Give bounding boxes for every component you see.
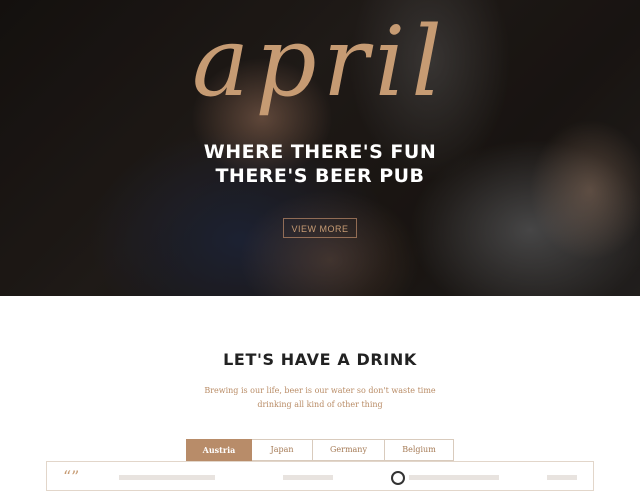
content-placeholder xyxy=(283,475,333,480)
hero-banner: april WHERE THERE'S FUN THERE'S BEER PUB… xyxy=(0,0,640,296)
section-title: LET'S HAVE A DRINK xyxy=(223,350,417,369)
content-placeholder xyxy=(409,475,499,480)
hero-script-logo: april xyxy=(192,6,448,118)
circle-icon xyxy=(391,471,405,485)
view-more-button[interactable]: VIEW MORE xyxy=(283,218,357,238)
content-placeholder xyxy=(547,475,577,480)
hero-title-line-2: THERE'S BEER PUB xyxy=(215,165,425,187)
hero-title: WHERE THERE'S FUN THERE'S BEER PUB xyxy=(0,140,640,188)
country-tabs: Austria Japan Germany Belgium xyxy=(186,439,454,461)
hero-title-line-1: WHERE THERE'S FUN xyxy=(203,141,437,163)
tab-japan[interactable]: Japan xyxy=(252,439,313,461)
quote-icon: “” xyxy=(63,467,80,486)
content-placeholder xyxy=(119,475,215,480)
tab-belgium[interactable]: Belgium xyxy=(385,439,454,461)
tab-austria[interactable]: Austria xyxy=(186,439,252,461)
tab-germany[interactable]: Germany xyxy=(313,439,385,461)
section-description: Brewing is our life, beer is our water s… xyxy=(204,386,436,409)
tab-content-panel: “” xyxy=(46,461,594,491)
